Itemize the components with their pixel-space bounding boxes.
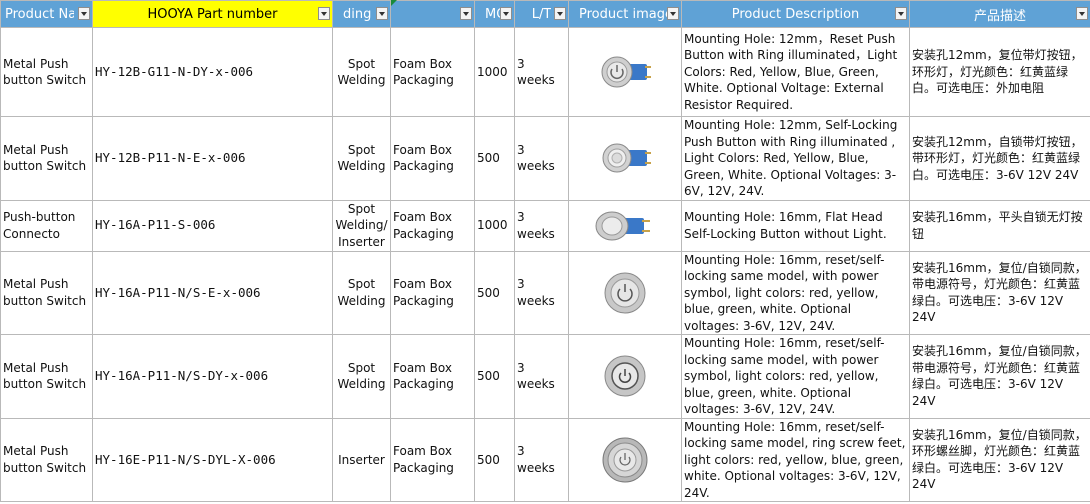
cell-product-image[interactable] bbox=[568, 417, 682, 502]
filter-dropdown-icon[interactable] bbox=[895, 7, 907, 20]
cell-description-cn[interactable]: 安装孔16mm，平头自锁无灯按钮 bbox=[909, 199, 1090, 252]
filter-dropdown-icon[interactable] bbox=[500, 7, 512, 20]
cell-comment-marker bbox=[391, 0, 397, 6]
cell-lead-time[interactable]: 3 weeks bbox=[514, 27, 569, 117]
filter-dropdown-icon[interactable] bbox=[554, 7, 566, 20]
cell-product-image[interactable] bbox=[568, 334, 682, 419]
cell-description[interactable]: Mounting Hole: 16mm, Flat Head Self-Lock… bbox=[681, 199, 910, 252]
cell-part-number[interactable]: HY-12B-G11-N-DY-x-006 bbox=[92, 27, 333, 117]
cell-product-image[interactable] bbox=[568, 199, 682, 252]
filter-dropdown-icon[interactable] bbox=[318, 7, 330, 20]
cell-description[interactable]: Mounting Hole: 16mm, reset/self-locking … bbox=[681, 250, 910, 335]
cell-lead-time[interactable]: 3 weeks bbox=[514, 116, 569, 201]
cell-lead-time[interactable]: 3 weeks bbox=[514, 334, 569, 419]
header-moq: MO bbox=[474, 0, 515, 28]
cell-description-cn[interactable]: 安装孔12mm，自锁带灯按钮，带环形灯，灯光颜色：红黄蓝绿白。可选电压：3-6V… bbox=[909, 116, 1090, 201]
cell-process[interactable]: Spot Welding bbox=[332, 27, 391, 117]
table-row: Metal Push button Switch HY-16A-P11-N/S-… bbox=[0, 250, 1090, 335]
cell-product-name[interactable]: Metal Push button Switch bbox=[0, 417, 93, 502]
table-row: Metal Push button Switch HY-12B-P11-N-E-… bbox=[0, 116, 1090, 201]
cell-part-number[interactable]: HY-16A-P11-S-006 bbox=[92, 199, 333, 252]
cell-process[interactable]: Spot Welding bbox=[332, 334, 391, 419]
cell-description-cn[interactable]: 安装孔12mm，复位带灯按钮，环形灯，灯光颜色：红黄蓝绿白。可选电压：外加电阻 bbox=[909, 27, 1090, 117]
table-row: Metal Push button Switch HY-12B-G11-N-DY… bbox=[0, 27, 1090, 117]
cell-product-name[interactable]: Metal Push button Switch bbox=[0, 250, 93, 335]
ring-power-button-icon bbox=[601, 56, 651, 88]
filter-dropdown-icon[interactable] bbox=[460, 7, 472, 20]
filter-dropdown-icon[interactable] bbox=[78, 7, 90, 20]
header-part-number: HOOYA Part number bbox=[92, 0, 333, 28]
cell-description[interactable]: Mounting Hole: 16mm, reset/self-locking … bbox=[681, 417, 910, 502]
cell-packaging[interactable]: Foam Box Packaging bbox=[390, 417, 475, 502]
cell-description[interactable]: Mounting Hole: 12mm，Reset Push Button wi… bbox=[681, 27, 910, 117]
cell-product-image[interactable] bbox=[568, 250, 682, 335]
cell-product-name[interactable]: Metal Push button Switch bbox=[0, 334, 93, 419]
cell-description-cn[interactable]: 安装孔16mm，复位/自锁同款，带电源符号，灯光颜色：红黄蓝绿白。可选电压：3-… bbox=[909, 250, 1090, 335]
cell-product-image[interactable] bbox=[568, 27, 682, 117]
cell-process[interactable]: Spot Welding bbox=[332, 116, 391, 201]
cell-lead-time[interactable]: 3 weeks bbox=[514, 199, 569, 252]
header-packaging bbox=[390, 0, 475, 28]
cell-process[interactable]: Spot Welding/ Inserter bbox=[332, 199, 391, 252]
header-description: Product Description bbox=[681, 0, 910, 28]
cell-moq[interactable]: 500 bbox=[474, 334, 515, 419]
cell-description-cn[interactable]: 安装孔16mm，复位/自锁同款，带电源符号，灯光颜色：红黄蓝绿白。可选电压：3-… bbox=[909, 334, 1090, 419]
cell-part-number[interactable]: HY-16A-P11-N/S-E-x-006 bbox=[92, 250, 333, 335]
table-row: Metal Push button Switch HY-16E-P11-N/S-… bbox=[0, 417, 1090, 502]
cell-part-number[interactable]: HY-12B-P11-N-E-x-006 bbox=[92, 116, 333, 201]
header-process: ding Pro bbox=[332, 0, 391, 28]
header-product-name: Product Nar bbox=[0, 0, 93, 28]
flat-head-button-icon bbox=[595, 211, 650, 240]
cell-packaging[interactable]: Foam Box Packaging bbox=[390, 27, 475, 117]
cell-moq[interactable]: 1000 bbox=[474, 199, 515, 252]
cell-moq[interactable]: 500 bbox=[474, 116, 515, 201]
cell-product-image[interactable] bbox=[568, 116, 682, 201]
cell-moq[interactable]: 500 bbox=[474, 250, 515, 335]
cell-part-number[interactable]: HY-16E-P11-N/S-DYL-X-006 bbox=[92, 417, 333, 502]
table-row: Metal Push button Switch HY-16A-P11-N/S-… bbox=[0, 334, 1090, 419]
cell-description[interactable]: Mounting Hole: 16mm, reset/self-locking … bbox=[681, 334, 910, 419]
cell-product-name[interactable]: Metal Push button Switch bbox=[0, 27, 93, 117]
cell-process[interactable]: Spot Welding bbox=[332, 250, 391, 335]
product-table: Product Nar HOOYA Part number ding Pro M… bbox=[0, 0, 1090, 502]
cell-moq[interactable]: 1000 bbox=[474, 27, 515, 117]
cell-moq[interactable]: 500 bbox=[474, 417, 515, 502]
cell-process[interactable]: Inserter bbox=[332, 417, 391, 502]
screw-feet-button-icon bbox=[602, 437, 648, 483]
cell-packaging[interactable]: Foam Box Packaging bbox=[390, 250, 475, 335]
self-locking-button-icon bbox=[602, 143, 651, 173]
filter-dropdown-icon[interactable] bbox=[376, 7, 388, 20]
header-lead-time: L/T bbox=[514, 0, 569, 28]
filter-dropdown-icon[interactable] bbox=[1076, 7, 1088, 20]
header-product-image: Product image bbox=[568, 0, 682, 28]
table-row: Push-button Connecto HY-16A-P11-S-006 Sp… bbox=[0, 199, 1090, 252]
header-description-cn: 产品描述 bbox=[909, 0, 1090, 28]
cell-description[interactable]: Mounting Hole: 12mm, Self-Locking Push B… bbox=[681, 116, 910, 201]
header-row: Product Nar HOOYA Part number ding Pro M… bbox=[0, 0, 1090, 28]
cell-part-number[interactable]: HY-16A-P11-N/S-DY-x-006 bbox=[92, 334, 333, 419]
cell-packaging[interactable]: Foam Box Packaging bbox=[390, 334, 475, 419]
filter-dropdown-icon[interactable] bbox=[667, 7, 679, 20]
cell-lead-time[interactable]: 3 weeks bbox=[514, 417, 569, 502]
cell-packaging[interactable]: Foam Box Packaging bbox=[390, 116, 475, 201]
cell-product-name[interactable]: Metal Push button Switch bbox=[0, 116, 93, 201]
cell-description-cn[interactable]: 安装孔16mm，复位/自锁同款，环形螺丝脚，灯光颜色：红黄蓝绿白。可选电压：3-… bbox=[909, 417, 1090, 502]
cell-product-name[interactable]: Push-button Connecto bbox=[0, 199, 93, 252]
power-ring-button-icon bbox=[604, 355, 646, 397]
spreadsheet: Product Nar HOOYA Part number ding Pro M… bbox=[0, 0, 1090, 504]
cell-lead-time[interactable]: 3 weeks bbox=[514, 250, 569, 335]
power-symbol-button-icon bbox=[604, 272, 646, 314]
cell-packaging[interactable]: Foam Box Packaging bbox=[390, 199, 475, 252]
